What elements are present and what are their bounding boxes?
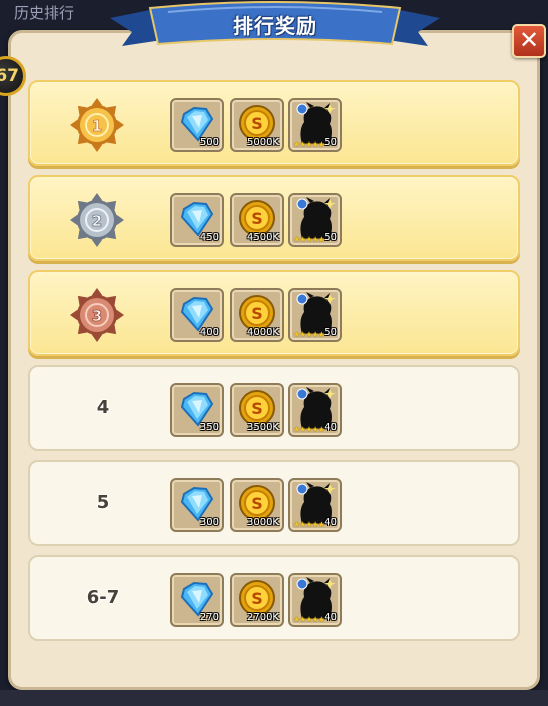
medal-rank-number: 1 (92, 117, 102, 135)
reward-row: 2 450 S 4500K ★★★★★ 50 (28, 175, 520, 261)
hero-reward[interactable]: ★★★★★ 40 (288, 383, 342, 437)
gold-medal-icon: 1 (70, 98, 124, 152)
svg-text:S: S (251, 589, 263, 608)
svg-text:S: S (251, 209, 263, 228)
diamond-reward[interactable]: 270 (170, 573, 224, 627)
reward-quantity: 40 (324, 517, 337, 528)
reward-row: 6-7 270 S 2700K ★★★★★ 40 (28, 555, 520, 641)
diamond-reward[interactable]: 350 (170, 383, 224, 437)
reward-quantity: 270 (199, 612, 219, 623)
coin-reward[interactable]: S 4000K (230, 288, 284, 342)
star-rating: ★★★★★ (293, 330, 325, 339)
reward-quantity: 350 (199, 422, 219, 433)
reward-quantity: 4500K (246, 232, 279, 243)
diamond-reward[interactable]: 500 (170, 98, 224, 152)
rank-label: 6-7 (86, 587, 120, 608)
hero-reward[interactable]: ★★★★★ 50 (288, 193, 342, 247)
reward-quantity: 50 (324, 327, 337, 338)
reward-quantity: 3000K (246, 517, 279, 528)
reward-quantity: 300 (199, 517, 219, 528)
svg-text:S: S (251, 304, 263, 323)
reward-quantity: 50 (324, 137, 337, 148)
diamond-reward[interactable]: 300 (170, 478, 224, 532)
reward-quantity: 400 (199, 327, 219, 338)
reward-row: 4 350 S 3500K ★★★★★ 40 (28, 365, 520, 451)
reward-quantity: 4000K (246, 327, 279, 338)
diamond-reward[interactable]: 400 (170, 288, 224, 342)
reward-quantity: 40 (324, 422, 337, 433)
coin-reward[interactable]: S 3500K (230, 383, 284, 437)
history-ranking-label[interactable]: 历史排行 (14, 2, 74, 23)
reward-quantity: 50 (324, 232, 337, 243)
level-value: 67 (0, 66, 19, 86)
diamond-reward[interactable]: 450 (170, 193, 224, 247)
reward-quantity: 450 (199, 232, 219, 243)
reward-quantity: 3500K (246, 422, 279, 433)
rank-label: 5 (96, 492, 110, 513)
hero-reward[interactable]: ★★★★★ 40 (288, 573, 342, 627)
reward-quantity: 500 (199, 137, 219, 148)
reward-row: 1 500 S 5000K ★★★★★ 50 (28, 80, 520, 166)
coin-reward[interactable]: S 5000K (230, 98, 284, 152)
bronze-medal-icon: 3 (70, 288, 124, 342)
coin-reward[interactable]: S 2700K (230, 573, 284, 627)
medal-rank-number: 3 (92, 307, 102, 325)
star-rating: ★★★★★ (293, 140, 325, 149)
background-footer (0, 690, 548, 706)
hero-reward[interactable]: ★★★★★ 50 (288, 98, 342, 152)
svg-text:S: S (251, 399, 263, 418)
svg-text:S: S (251, 114, 263, 133)
rank-label: 4 (96, 397, 110, 418)
medal-rank-number: 2 (92, 212, 102, 230)
hero-reward[interactable]: ★★★★★ 50 (288, 288, 342, 342)
star-rating: ★★★★★ (293, 520, 325, 529)
svg-text:S: S (251, 494, 263, 513)
star-rating: ★★★★★ (293, 425, 325, 434)
title-banner: 排行奖励 (110, 0, 440, 56)
reward-row: 3 400 S 4000K ★★★★★ 50 (28, 270, 520, 356)
silver-medal-icon: 2 (70, 193, 124, 247)
reward-quantity: 2700K (246, 612, 279, 623)
dialog-title: 排行奖励 (233, 14, 317, 38)
coin-reward[interactable]: S 3000K (230, 478, 284, 532)
reward-row: 5 300 S 3000K ★★★★★ 40 (28, 460, 520, 546)
star-rating: ★★★★★ (293, 235, 325, 244)
hero-reward[interactable]: ★★★★★ 40 (288, 478, 342, 532)
coin-reward[interactable]: S 4500K (230, 193, 284, 247)
close-button[interactable]: ✕ (512, 24, 546, 58)
star-rating: ★★★★★ (293, 615, 325, 624)
reward-quantity: 40 (324, 612, 337, 623)
reward-quantity: 5000K (246, 137, 279, 148)
